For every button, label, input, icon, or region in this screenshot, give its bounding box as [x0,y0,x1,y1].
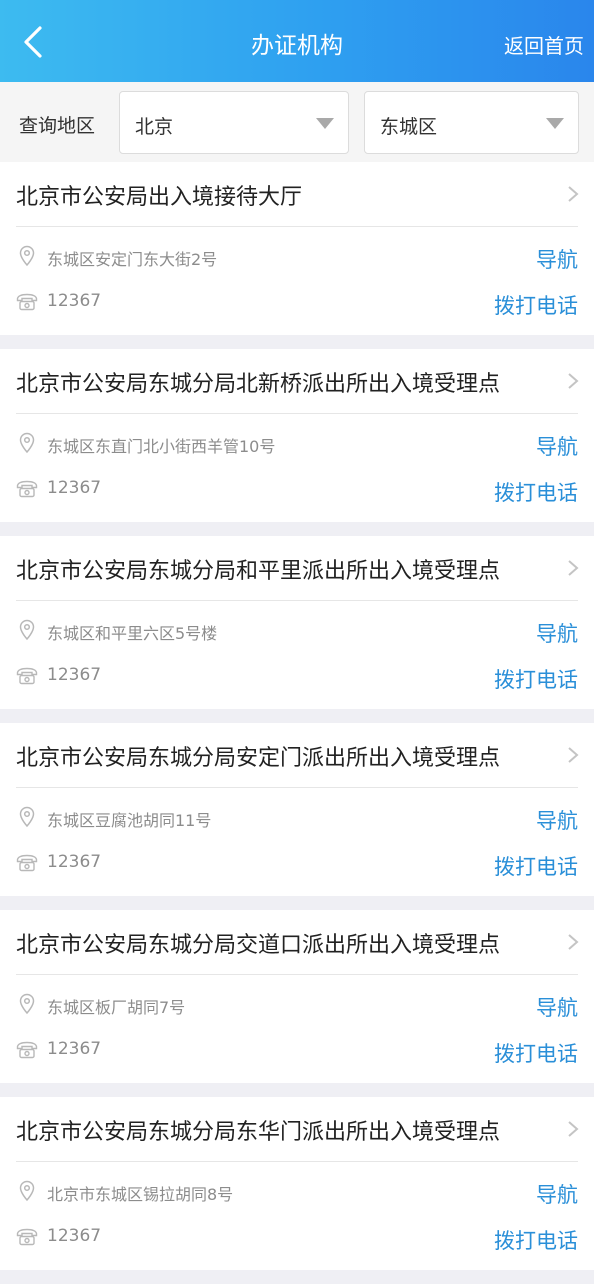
office-phone: 12367 [47,852,102,872]
caret-down-icon [316,118,334,129]
chevron-right-icon[interactable] [566,1119,580,1139]
location-pin-icon [19,806,35,828]
telephone-icon [16,667,38,685]
telephone-icon [16,1041,38,1059]
divider [16,600,578,601]
district-select-value: 东城区 [380,116,438,138]
office-name[interactable]: 北京市公安局出入境接待大厅 [16,179,546,211]
district-select[interactable]: 东城区 [364,91,579,154]
divider [16,1161,578,1162]
office-address: 东城区豆腐池胡同11号 [47,811,212,830]
navigate-button[interactable]: 导航 [536,1179,578,1209]
location-pin-icon [19,245,35,267]
office-name[interactable]: 北京市公安局东城分局安定门派出所出入境受理点 [16,740,546,772]
chevron-right-icon[interactable] [566,558,580,578]
office-card: 北京市公安局东城分局北新桥派出所出入境受理点 东城区东直门北小街西羊管10号 导… [0,349,594,522]
call-button[interactable]: 拨打电话 [494,477,578,507]
city-select[interactable]: 北京 [119,91,349,154]
divider [16,974,578,975]
region-filter-label: 查询地区 [19,115,96,137]
telephone-icon [16,854,38,872]
divider [16,787,578,788]
office-card: 北京市公安局东城分局东华门派出所出入境受理点 北京市东城区锡拉胡同8号 导航 1… [0,1097,594,1270]
chevron-right-icon[interactable] [566,371,580,391]
telephone-icon [16,1228,38,1246]
office-name[interactable]: 北京市公安局东城分局和平里派出所出入境受理点 [16,553,546,585]
location-pin-icon [19,432,35,454]
chevron-right-icon[interactable] [566,932,580,952]
call-button[interactable]: 拨打电话 [494,290,578,320]
chevron-right-icon[interactable] [566,184,580,204]
office-phone: 12367 [47,665,102,685]
navigate-button[interactable]: 导航 [536,618,578,648]
navigate-button[interactable]: 导航 [536,431,578,461]
back-chevron-icon [24,26,42,58]
office-name[interactable]: 北京市公安局东城分局交道口派出所出入境受理点 [16,927,546,959]
office-card: 北京市公安局东城分局和平里派出所出入境受理点 东城区和平里六区5号楼 导航 12… [0,536,594,709]
location-pin-icon [19,993,35,1015]
office-phone: 12367 [47,291,102,311]
office-card: 北京市公安局东城分局交道口派出所出入境受理点 东城区板厂胡同7号 导航 1236… [0,910,594,1083]
divider [16,413,578,414]
office-phone: 12367 [47,1039,102,1059]
office-phone: 12367 [47,1226,102,1246]
call-button[interactable]: 拨打电话 [494,1038,578,1068]
navigate-button[interactable]: 导航 [536,992,578,1022]
office-address: 东城区安定门东大街2号 [47,250,218,269]
navigate-button[interactable]: 导航 [536,244,578,274]
office-name[interactable]: 北京市公安局东城分局东华门派出所出入境受理点 [16,1114,546,1146]
call-button[interactable]: 拨打电话 [494,664,578,694]
chevron-right-icon[interactable] [566,745,580,765]
office-address: 北京市东城区锡拉胡同8号 [47,1185,234,1204]
office-list: 北京市公安局出入境接待大厅 东城区安定门东大街2号 导航 12367 拨打电话 … [0,162,594,1284]
caret-down-icon [546,118,564,129]
office-name[interactable]: 北京市公安局东城分局北新桥派出所出入境受理点 [16,366,546,398]
navigate-button[interactable]: 导航 [536,805,578,835]
region-filter-bar: 查询地区 北京 东城区 [0,82,594,162]
office-card: 北京市公安局东城分局安定门派出所出入境受理点 东城区豆腐池胡同11号 导航 12… [0,723,594,896]
telephone-icon [16,480,38,498]
back-button[interactable] [14,20,54,64]
return-home-button[interactable]: 返回首页 [504,30,584,59]
telephone-icon [16,293,38,311]
top-bar: 办证机构 返回首页 [0,0,594,82]
office-card: 北京市公安局出入境接待大厅 东城区安定门东大街2号 导航 12367 拨打电话 [0,162,594,335]
office-address: 东城区板厂胡同7号 [47,998,186,1017]
location-pin-icon [19,1180,35,1202]
call-button[interactable]: 拨打电话 [494,1225,578,1255]
office-address: 东城区东直门北小街西羊管10号 [47,437,276,456]
location-pin-icon [19,619,35,641]
city-select-value: 北京 [135,116,174,138]
office-phone: 12367 [47,478,102,498]
divider [16,226,578,227]
call-button[interactable]: 拨打电话 [494,851,578,881]
office-address: 东城区和平里六区5号楼 [47,624,218,643]
